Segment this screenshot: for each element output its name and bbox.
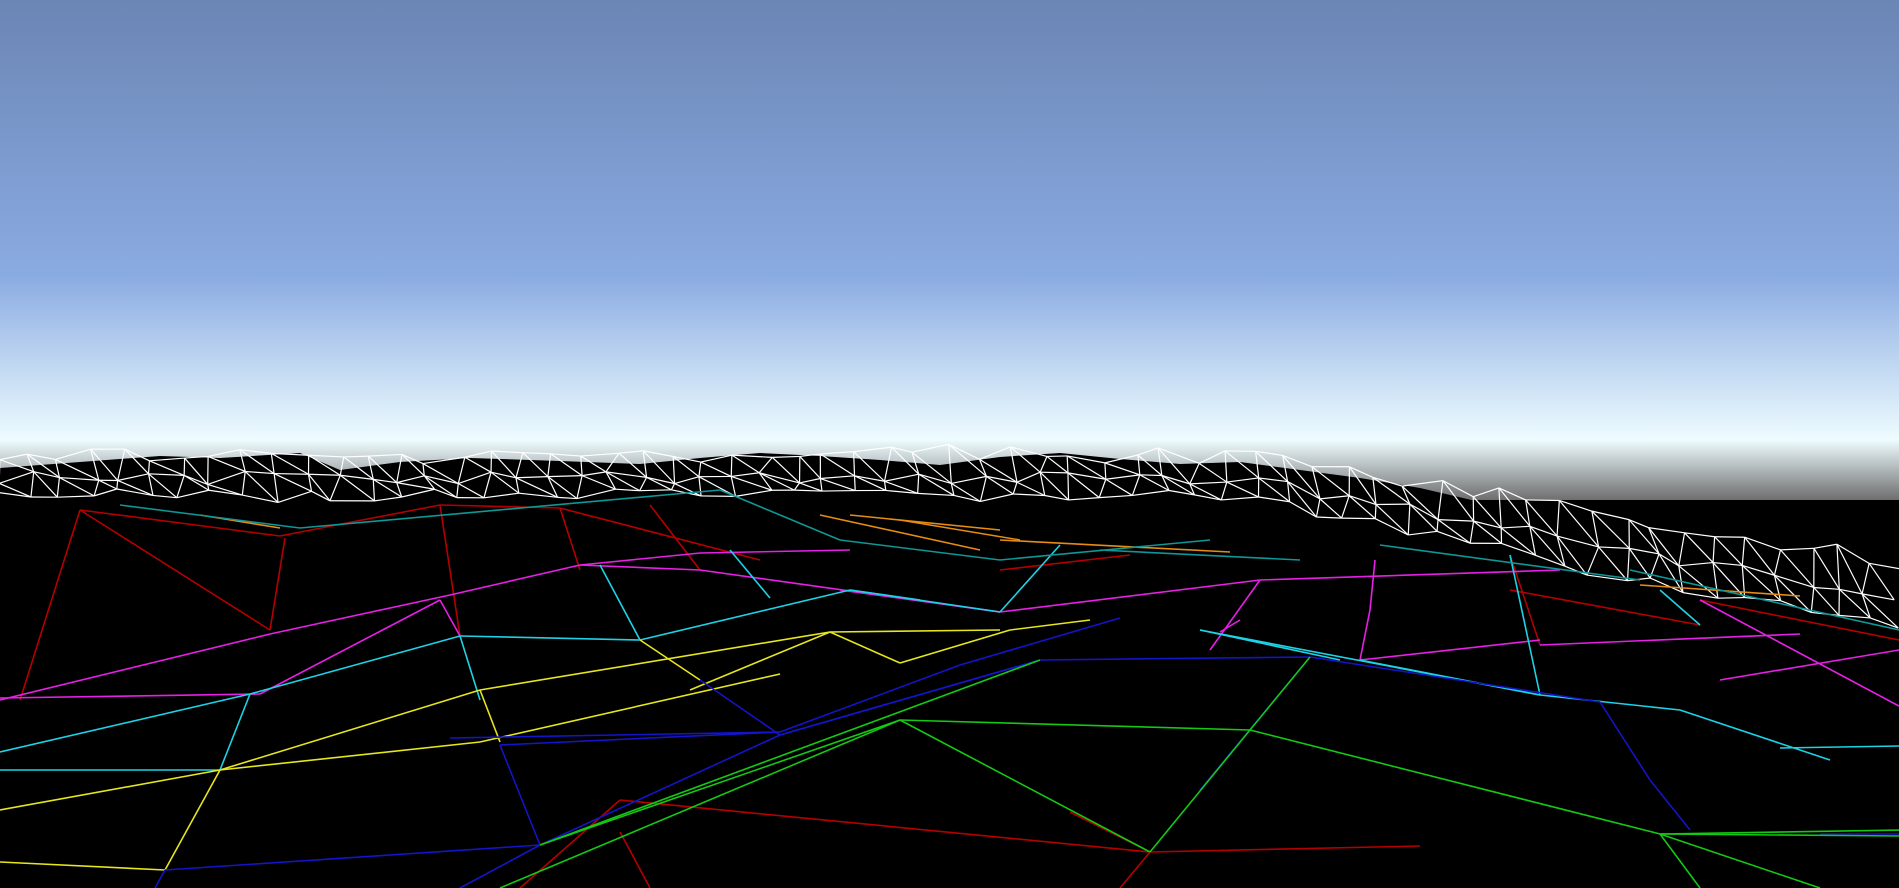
distant-wire-edge <box>1591 510 1630 521</box>
distant-wire-edge <box>730 455 733 477</box>
distant-wire-edge <box>1040 471 1068 474</box>
distant-wire-edge <box>1780 547 1814 551</box>
distant-wire-edge <box>1341 517 1376 520</box>
distant-wire-edge <box>1067 472 1070 500</box>
distant-wire-edge <box>1869 562 1899 570</box>
distant-wire-edge <box>116 480 119 490</box>
distant-wire-edge <box>1648 527 1685 534</box>
terrain-scene[interactable] <box>0 0 1899 888</box>
distant-wire-edge <box>1525 499 1560 502</box>
game-viewport[interactable] <box>0 0 1899 888</box>
distant-wire-edge <box>274 472 309 475</box>
distant-wire-edge <box>1066 455 1069 473</box>
distant-wire-edge <box>1046 455 1068 458</box>
sky <box>0 0 1899 500</box>
distant-wire-edge <box>1139 474 1162 477</box>
distant-wire-edge <box>1813 543 1838 549</box>
distant-wire-edge <box>853 475 856 491</box>
distant-wire-edge <box>343 455 369 458</box>
distant-wire-edge <box>1684 532 1715 538</box>
distant-wire-edge <box>1374 504 1377 519</box>
distant-wire-edge <box>1717 596 1745 599</box>
